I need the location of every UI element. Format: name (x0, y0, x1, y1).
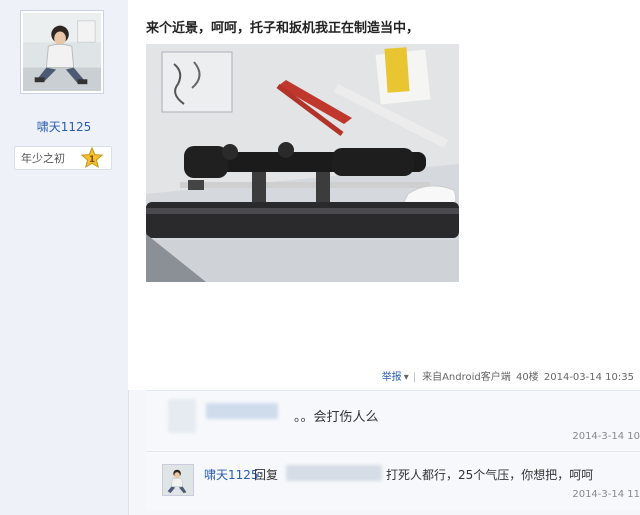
reply-label: 回复 (254, 468, 279, 482)
author-sidebar: 啸天1125 年少之初 1 (0, 0, 129, 515)
blurred-avatar (168, 399, 196, 433)
report-link[interactable]: 举报 (382, 372, 402, 383)
reply-text: 打死人都行，25个气压，你想把，呵呵 (386, 468, 594, 482)
reply-text: 。。会打伤人么 (294, 410, 379, 425)
reply-list: 。。会打伤人么 2014-3-14 10 啸天1125: 回复 打死人都行，25… (146, 390, 640, 511)
reply-time: 2014-3-14 11 (572, 489, 640, 500)
rank-label: 年少之初 (21, 152, 65, 165)
post-time: 2014-03-14 10:35 (543, 372, 634, 383)
rank-level: 1 (89, 155, 95, 165)
post-photo[interactable] (146, 44, 459, 282)
avatar-photo (163, 465, 193, 495)
reply-time: 2014-3-14 10 (572, 431, 640, 442)
blurred-username (206, 403, 278, 419)
client-source: 来自Android客户端 (422, 372, 511, 383)
report-dropdown-icon[interactable]: ▾ (404, 372, 409, 383)
post-meta-bar: 举报 ▾ | 来自Android客户端 40楼 2014-03-14 10:35 (128, 368, 634, 384)
post-text: 来个近景，呵呵，托子和扳机我正在制造当中， (146, 21, 420, 36)
avatar-photo (23, 13, 101, 91)
rifle-scope-photo (146, 44, 459, 282)
rank-badge: 年少之初 1 (14, 146, 112, 170)
star-rank-icon: 1 (81, 147, 103, 169)
username-link[interactable]: 啸天1125 (0, 118, 128, 135)
reply-avatar[interactable] (162, 464, 194, 496)
blurred-mention (286, 465, 382, 481)
list-item: 啸天1125: 回复 打死人都行，25个气压，你想把，呵呵 2014-3-14 … (162, 461, 640, 511)
floor-number: 40楼 (515, 372, 539, 383)
list-item: 。。会打伤人么 2014-3-14 10 (146, 391, 640, 452)
post-body: 来个近景，呵呵，托子和扳机我正在制造当中， 举报 ▾ | 来自Android客户… (128, 0, 640, 390)
divider: | (412, 372, 417, 383)
user-avatar[interactable] (20, 10, 104, 94)
